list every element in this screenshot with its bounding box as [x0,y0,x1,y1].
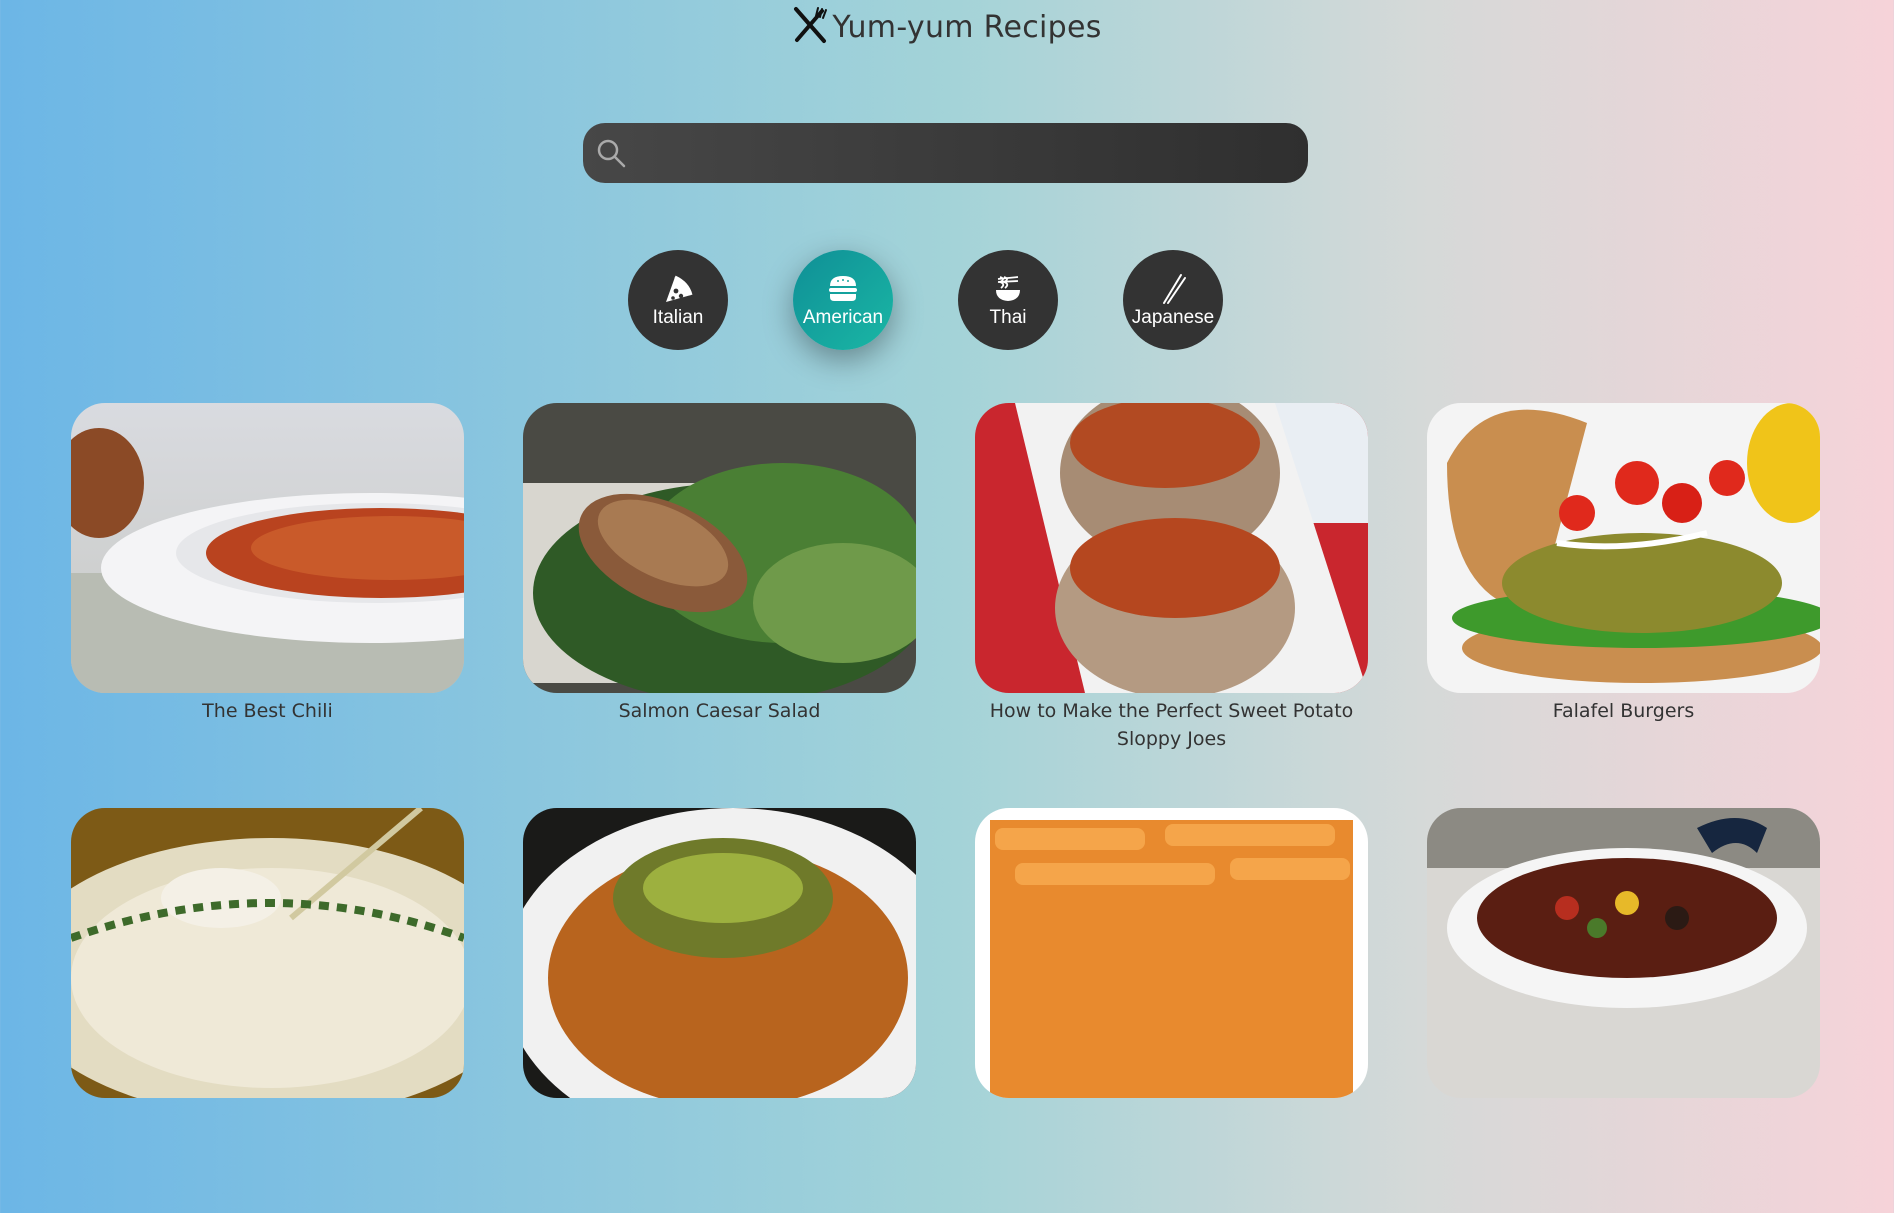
recipe-grid: The Best Chili Salmon Caesar Salad How t… [71,403,1820,1213]
noodle-bowl-icon [991,272,1025,306]
recipe-image[interactable] [1427,403,1820,693]
recipe-title[interactable]: Falafel Burgers [1553,697,1694,725]
recipe-title[interactable]: How to Make the Perfect Sweet Potato Slo… [975,697,1368,753]
app-title: Yum-yum Recipes [832,9,1102,45]
recipe-title[interactable]: The Best Chili [202,697,333,725]
recipe-card[interactable]: Salmon Caesar Salad [523,403,916,808]
recipe-image[interactable] [975,808,1368,1098]
recipe-image[interactable] [523,808,916,1098]
recipe-card[interactable]: The Best Chili [71,403,464,808]
category-label: American [802,306,884,328]
category-label: Italian [652,306,704,328]
search-bar[interactable] [583,122,1308,184]
category-filter: Italian American Thai Japanese [628,250,1223,350]
recipe-card[interactable] [523,808,916,1213]
recipe-image[interactable] [71,403,464,693]
category-thai[interactable]: Thai [958,250,1058,350]
recipe-image[interactable] [1427,808,1820,1098]
search-icon [597,139,626,168]
recipe-image[interactable] [71,808,464,1098]
pizza-icon [661,272,695,306]
app-header: Yum-yum Recipes [0,6,1894,48]
recipe-card[interactable]: Falafel Burgers [1427,403,1820,808]
fork-knife-icon [792,6,828,48]
category-japanese[interactable]: Japanese [1123,250,1223,350]
category-italian[interactable]: Italian [628,250,728,350]
search-input[interactable] [627,122,1308,184]
recipe-title[interactable]: Salmon Caesar Salad [619,697,821,725]
chopsticks-icon [1156,272,1190,306]
category-american[interactable]: American [793,250,893,350]
recipe-image[interactable] [523,403,916,693]
burger-icon [826,272,860,306]
category-label: Japanese [1131,306,1215,328]
recipe-card[interactable] [71,808,464,1213]
category-label: Thai [989,306,1027,328]
recipe-image[interactable] [975,403,1368,693]
recipe-card[interactable] [975,808,1368,1213]
recipe-card[interactable]: How to Make the Perfect Sweet Potato Slo… [975,403,1368,808]
recipe-card[interactable] [1427,808,1820,1213]
